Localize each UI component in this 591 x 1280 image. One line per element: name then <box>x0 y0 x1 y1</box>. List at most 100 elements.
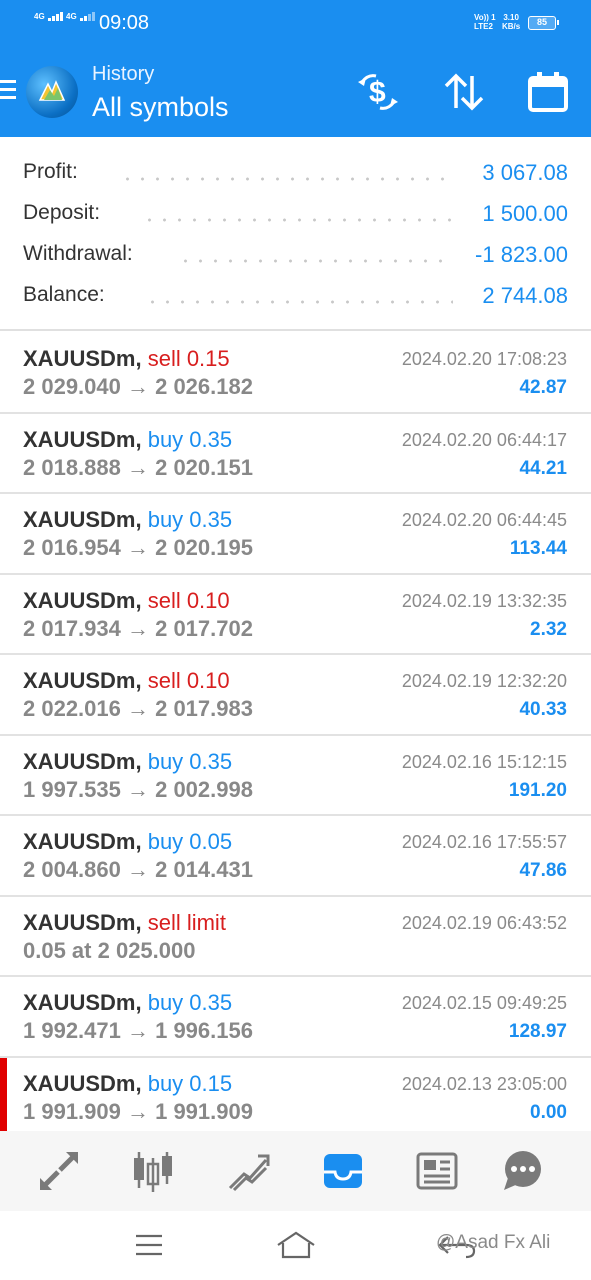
deal-profit: 2.32 <box>530 618 567 640</box>
dotted-leader <box>120 177 450 181</box>
deal-time: 2024.02.16 15:12:15 <box>401 751 567 772</box>
deal-time: 2024.02.19 06:43:52 <box>401 912 567 933</box>
volte-label: Vo)) 1 <box>474 13 496 22</box>
summary-row-balance: Balance: 2 744.08 <box>0 275 591 315</box>
status-time: 09:08 <box>99 12 150 34</box>
signal-1-label: 4G <box>34 12 45 21</box>
chart-icon[interactable] <box>130 1148 176 1194</box>
deal-type: sell 0.10 <box>147 668 230 693</box>
signal-2: 4G <box>66 12 96 21</box>
deal-symbol: XAUUSDm, <box>23 507 142 532</box>
messages-icon[interactable] <box>500 1148 546 1194</box>
summary-label: Profit: <box>23 160 78 183</box>
deal-row[interactable]: XAUUSDm, sell 0.10 2 022.016 → 2 017.983 2… <box>0 655 591 736</box>
news-icon[interactable] <box>414 1148 460 1194</box>
deal-type: buy 0.35 <box>147 990 233 1015</box>
deal-prices: 2 029.040 → 2 026.182 <box>23 374 253 399</box>
bottom-nav <box>0 1131 591 1211</box>
deal-symbol: XAUUSDm, <box>23 426 142 452</box>
deal-prices: 2 022.016 → 2 017.983 <box>23 696 253 721</box>
status-bar: 4G 4G 09:08 Vo)) 1 LTE2 3.10 KB/s 85 <box>0 0 591 44</box>
summary-label: Withdrawal: <box>23 242 133 265</box>
summary-value: 1 500.00 <box>482 201 568 226</box>
deal-profit: 40.33 <box>519 699 567 720</box>
recent-apps-icon[interactable] <box>134 1233 164 1262</box>
deal-symbol: XAUUSDm, <box>23 829 142 854</box>
svg-text:$: $ <box>369 76 386 109</box>
deal-prices: 1 992.471 → 1 996.156 <box>23 1018 253 1043</box>
deal-prices: 2 016.954 → 2 020.195 <box>23 535 253 560</box>
speed-unit: KB/s <box>502 22 521 31</box>
history-icon[interactable] <box>320 1148 366 1194</box>
dotted-leader <box>178 259 448 263</box>
deal-time: 2024.02.20 17:08:23 <box>401 349 567 369</box>
deal-profit: 113.44 <box>509 538 567 559</box>
summary-row-withdrawal: Withdrawal: -1 823.00 <box>0 234 591 274</box>
summary-value: 3 067.08 <box>482 160 568 185</box>
deposit-exchange-icon[interactable]: $ <box>354 68 402 116</box>
deal-time: 2024.02.20 06:44:17 <box>401 429 567 450</box>
deal-type: buy 0.05 <box>147 829 233 854</box>
deal-profit: 191.20 <box>508 779 567 801</box>
signal-bars-icon <box>79 12 96 21</box>
deal-time: 2024.02.20 06:44:45 <box>401 510 567 530</box>
deal-profit: 47.86 <box>519 860 567 881</box>
menu-icon[interactable] <box>0 80 18 104</box>
deal-type: sell limit <box>147 909 226 935</box>
selected-marker <box>0 1057 7 1131</box>
deal-type: buy 0.35 <box>147 748 233 774</box>
deal-symbol-line: XAUUSDm, sell 0.10 <box>23 668 230 694</box>
quotes-icon[interactable] <box>36 1148 82 1194</box>
deal-symbol-line: XAUUSDm, sell 0.10 <box>23 588 230 614</box>
signal-1: 4G <box>34 12 64 21</box>
network-type: Vo)) 1 LTE2 <box>474 13 496 31</box>
deal-prices: 0.05 at 2 025.000 <box>23 937 196 963</box>
trade-icon[interactable] <box>226 1148 272 1194</box>
deal-row[interactable]: XAUUSDm, buy 0.35 2 018.888 → 2 020.151 20… <box>0 413 591 494</box>
summary-label: Deposit: <box>23 201 101 224</box>
summary-row-profit: Profit: 3 067.08 <box>0 152 591 192</box>
deal-type: buy 0.35 <box>147 426 233 452</box>
deal-profit: 0.00 <box>530 1101 567 1123</box>
home-icon[interactable] <box>276 1231 316 1266</box>
summary-value: -1 823.00 <box>475 242 568 267</box>
deal-symbol: XAUUSDm, <box>23 748 142 774</box>
calendar-icon[interactable] <box>524 68 572 116</box>
signal-2-label: 4G <box>66 12 77 21</box>
summary-row-deposit: Deposit: 1 500.00 <box>0 193 591 233</box>
deal-symbol: XAUUSDm, <box>23 909 142 935</box>
watermark: @Asad Fx Ali <box>436 1232 551 1253</box>
deal-prices: 1 997.535 → 2 002.998 <box>23 776 253 802</box>
deal-row[interactable]: XAUUSDm, buy 0.35 1 997.535 → 2 002.998 20… <box>0 735 591 816</box>
summary-label: Balance: <box>23 283 105 306</box>
deal-symbol: XAUUSDm, <box>23 990 142 1015</box>
lte-label: LTE2 <box>474 22 493 31</box>
deal-row[interactable]: XAUUSDm, sell 0.15 2 029.040 → 2 026.182 2… <box>0 333 591 414</box>
battery-level: 85 <box>536 17 547 27</box>
battery-icon: 85 <box>528 16 559 30</box>
deal-time: 2024.02.19 12:32:20 <box>401 671 567 691</box>
deal-row[interactable]: XAUUSDm, buy 0.05 2 004.860 → 2 014.431 20… <box>0 816 591 897</box>
header-title[interactable]: All symbols <box>92 92 229 123</box>
deal-profit: 44.21 <box>519 457 567 479</box>
sort-icon[interactable] <box>440 68 488 116</box>
deal-profit: 42.87 <box>519 377 567 398</box>
deal-symbol: XAUUSDm, <box>23 346 142 371</box>
deal-prices: 1 991.909 → 1 991.909 <box>23 1098 253 1124</box>
deal-prices: 2 018.888 → 2 020.151 <box>23 454 253 480</box>
deal-row[interactable]: XAUUSDm, sell 0.10 2 017.934 → 2 017.702 2… <box>0 574 591 655</box>
deal-row[interactable]: XAUUSDm, buy 0.15 1 991.909 → 1 991.909 20… <box>0 1057 591 1131</box>
speed-value: 3.10 <box>503 13 519 22</box>
deal-row[interactable]: XAUUSDm, buy 0.35 1 992.471 → 1 996.156 20… <box>0 977 591 1058</box>
deal-time: 2024.02.19 13:32:35 <box>401 590 567 611</box>
dotted-leader <box>142 218 454 222</box>
deal-row[interactable]: XAUUSDm, buy 0.35 2 016.954 → 2 020.195 20… <box>0 494 591 575</box>
deal-prices: 2 004.860 → 2 014.431 <box>23 857 253 882</box>
deal-symbol-line: XAUUSDm, buy 0.05 <box>23 829 232 855</box>
deal-row[interactable]: XAUUSDm, sell limit 0.05 at 2 025.000 2024… <box>0 896 591 977</box>
deal-symbol: XAUUSDm, <box>23 668 142 693</box>
deal-type: sell 0.15 <box>147 346 230 371</box>
deal-type: buy 0.35 <box>147 507 233 532</box>
header-subtitle: History <box>92 63 155 85</box>
dotted-leader <box>145 300 453 304</box>
